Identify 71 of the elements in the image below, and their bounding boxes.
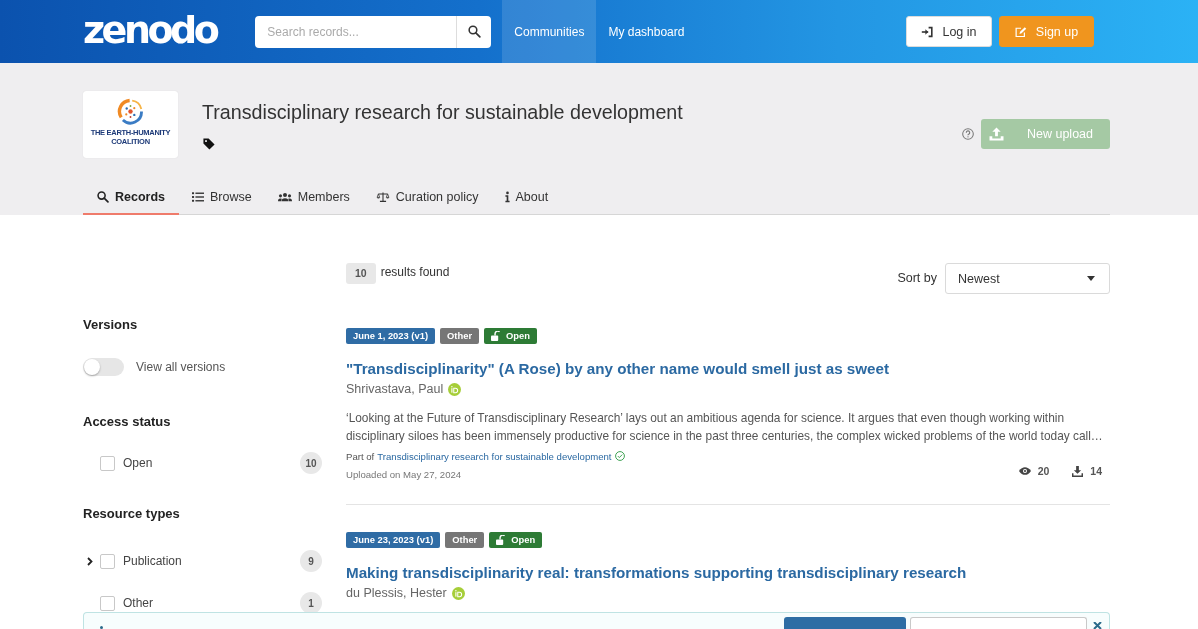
- eye-icon: [1018, 467, 1031, 475]
- record-description: ‘Looking at the Future of Transdisciplinary Research’ lays out an ambitious agenda for science. It argues that even though working within disciplinary siloes has been immensely productive for science in the past three centuries, the complex wicked problems of the world today call…: [346, 410, 1104, 445]
- author-name[interactable]: du Plessis, Hester: [346, 586, 447, 600]
- info-icon: [504, 190, 510, 203]
- check-circle-icon: [614, 451, 625, 461]
- filter-option-label[interactable]: Open: [123, 456, 153, 470]
- caret-icon[interactable]: [87, 556, 93, 566]
- result-count: 10: [346, 263, 376, 284]
- section-tab[interactable]: Members: [264, 180, 363, 215]
- sort-label: Sort by: [897, 270, 937, 287]
- record-title[interactable]: Making transdisciplinarity real: transformations supporting transdisciplinary research: [346, 563, 1110, 583]
- author-name[interactable]: Shrivastava, Paul: [346, 382, 444, 396]
- facet-count: 10: [300, 452, 322, 474]
- upload-date: Uploaded on May 27, 2024: [346, 468, 462, 482]
- list-icon: [192, 190, 205, 203]
- accept-all-button[interactable]: [784, 617, 906, 629]
- tag-icon[interactable]: [203, 138, 215, 150]
- search-icon: [467, 25, 481, 38]
- facet-count: 9: [300, 550, 322, 572]
- sign-in-icon: [921, 25, 934, 38]
- log-in-button[interactable]: Log in: [906, 16, 992, 47]
- filter-heading: Access status: [83, 414, 172, 430]
- upload-icon: [989, 127, 1004, 141]
- filter-checkbox[interactable]: [100, 553, 115, 569]
- community-link[interactable]: Transdisciplinary research for sustainable development: [377, 450, 612, 462]
- search-button[interactable]: [456, 15, 492, 48]
- caret-down-icon: [1087, 276, 1095, 281]
- section-tab[interactable]: Records: [83, 180, 180, 215]
- accept-essential-button[interactable]: [910, 617, 1087, 629]
- download-icon: [1072, 465, 1084, 477]
- resource-type-label: Other: [440, 328, 480, 344]
- users-icon: [277, 191, 292, 202]
- results-found-text: results found: [380, 264, 450, 281]
- resource-type-label: Other: [445, 532, 485, 548]
- close-icon[interactable]: [1093, 622, 1102, 629]
- nav-link[interactable]: Communities: [502, 0, 597, 63]
- community-title: Transdisciplinary research for sustainable development: [202, 100, 683, 124]
- section-tab[interactable]: Browse: [179, 180, 265, 215]
- filter-option-label[interactable]: Other: [123, 596, 153, 610]
- id-circle-icon[interactable]: [448, 382, 462, 396]
- search-field[interactable]: Search records...: [255, 15, 457, 48]
- filter-checkbox[interactable]: [100, 455, 115, 471]
- site-logo[interactable]: zenodo: [83, 6, 222, 53]
- access-label: Open: [489, 532, 543, 548]
- ring-emblem-icon: [117, 98, 144, 125]
- record-title[interactable]: "Transdisciplinarity" (A Rose) by any other name would smell just as sweet: [346, 359, 1110, 379]
- filter-checkbox[interactable]: [100, 595, 115, 611]
- download-count: 14: [1090, 465, 1102, 477]
- date-label: June 1, 2023 (v1): [346, 328, 436, 344]
- unlock-icon: [491, 331, 501, 341]
- info-icon: [100, 626, 103, 629]
- filter-option-label[interactable]: Publication: [123, 554, 182, 568]
- date-label: June 23, 2023 (v1): [346, 532, 441, 548]
- access-label: Open: [484, 328, 538, 344]
- view-count: 20: [1037, 465, 1050, 477]
- sort-dropdown[interactable]: Newest: [945, 263, 1110, 294]
- section-tab[interactable]: About: [491, 180, 562, 215]
- part-of-text: Part of: [346, 450, 375, 462]
- toggle-label: View all versions: [136, 360, 226, 374]
- filter-heading: Versions: [83, 317, 139, 333]
- nav-link[interactable]: My dashboard: [596, 0, 697, 63]
- filter-heading: Resource types: [83, 506, 181, 522]
- id-circle-icon[interactable]: [451, 586, 465, 600]
- scale-icon: [375, 191, 390, 202]
- versions-toggle[interactable]: [83, 358, 124, 376]
- section-tab[interactable]: Curation policy: [362, 180, 492, 215]
- help-icon[interactable]: [962, 128, 974, 140]
- unlock-icon: [496, 535, 506, 545]
- search-icon: [97, 190, 109, 203]
- edit-icon: [1014, 25, 1027, 38]
- facet-count: 1: [300, 592, 322, 614]
